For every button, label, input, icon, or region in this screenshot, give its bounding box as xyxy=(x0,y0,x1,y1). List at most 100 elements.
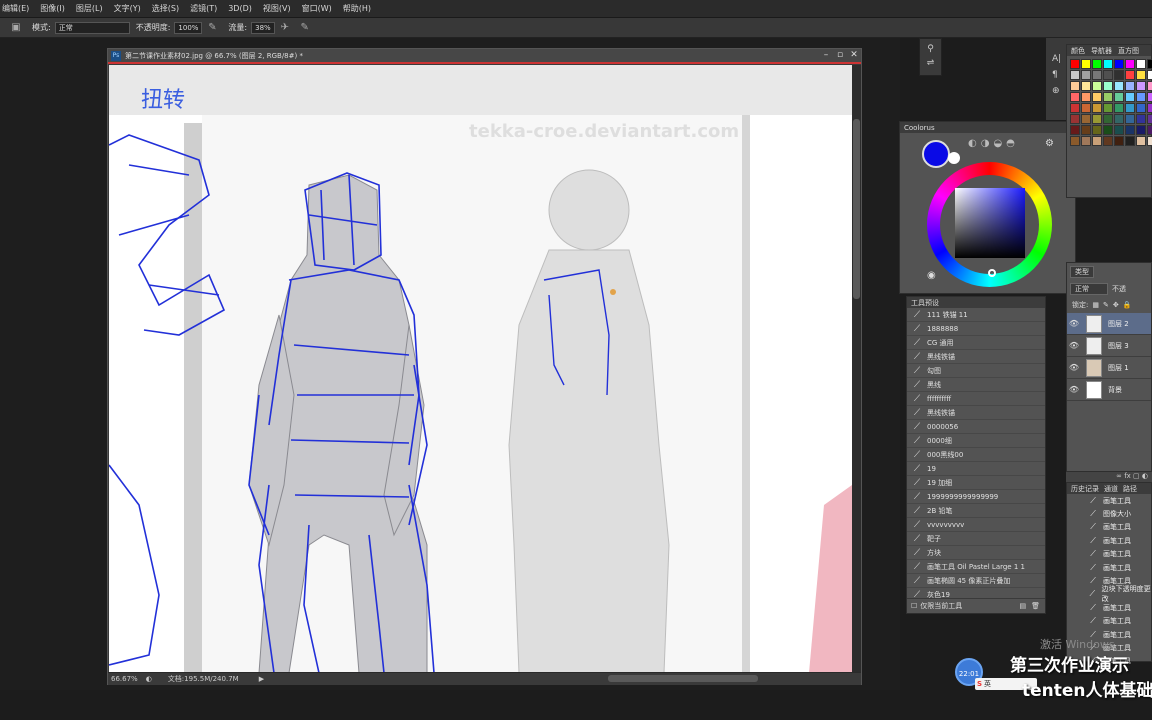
color-swatch[interactable] xyxy=(1081,59,1091,69)
color-swatch[interactable] xyxy=(1081,136,1091,146)
foreground-color-swatch[interactable] xyxy=(922,140,950,168)
hue-picker-handle[interactable] xyxy=(988,269,996,277)
color-swatch[interactable] xyxy=(1081,103,1091,113)
color-swatch[interactable] xyxy=(1092,125,1102,135)
menu-view[interactable]: 视图(V) xyxy=(263,3,291,14)
saturation-value-square[interactable] xyxy=(955,188,1025,258)
delete-preset-icon[interactable]: 🗑 xyxy=(1031,602,1040,610)
menu-image[interactable]: 图像(I) xyxy=(40,3,65,14)
status-menu-arrow-icon[interactable]: ▶ xyxy=(259,675,264,683)
color-swatch[interactable] xyxy=(1147,70,1152,80)
color-swatch[interactable] xyxy=(1103,81,1113,91)
layer-row[interactable]: 👁 背景 xyxy=(1067,379,1151,401)
color-swatch[interactable] xyxy=(1114,136,1124,146)
history-state[interactable]: ⟋ 画笔工具 xyxy=(1067,534,1151,547)
color-swatch[interactable] xyxy=(1136,70,1146,80)
color-swatch[interactable] xyxy=(1103,70,1113,80)
tool-preset-item[interactable]: ⟋ 黑线铁锚 xyxy=(907,406,1045,420)
color-swatch[interactable] xyxy=(1147,114,1152,124)
menu-window[interactable]: 窗口(W) xyxy=(302,3,332,14)
color-swatch[interactable] xyxy=(1103,92,1113,102)
background-color-swatch[interactable] xyxy=(948,152,960,164)
tab-navigator[interactable]: 导航器 xyxy=(1091,46,1112,56)
menu-3d[interactable]: 3D(D) xyxy=(228,4,252,13)
tool-preset-item[interactable]: ⟋ 画笔工具 Oil Pastel Large 1 1 xyxy=(907,560,1045,574)
color-swatch[interactable] xyxy=(1125,59,1135,69)
minimize-icon[interactable]: – xyxy=(819,50,833,62)
layers-actions[interactable]: ∞ fx ▢ ◐ xyxy=(1066,472,1152,482)
color-swatch[interactable] xyxy=(1136,125,1146,135)
airbrush-icon[interactable]: ✈ xyxy=(279,22,291,34)
color-swatch[interactable] xyxy=(1070,70,1080,80)
tab-color[interactable]: 颜色 xyxy=(1071,46,1085,56)
color-swatch[interactable] xyxy=(1081,92,1091,102)
tool-presets-tab[interactable]: 工具预设 xyxy=(907,297,1045,308)
pressure-opacity-icon[interactable]: ✎ xyxy=(206,22,218,34)
tool-preset-item[interactable]: ⟋ vvvvvvvvv xyxy=(907,518,1045,532)
layer-row[interactable]: 👁 图层 2 xyxy=(1067,313,1151,335)
color-swatch[interactable] xyxy=(1114,125,1124,135)
tool-preset-item[interactable]: ⟋ CG 通用 xyxy=(907,336,1045,350)
layer-row[interactable]: 👁 图层 3 xyxy=(1067,335,1151,357)
ime-lang[interactable]: 英 xyxy=(984,679,991,689)
color-swatch[interactable] xyxy=(1092,59,1102,69)
history-state[interactable]: ⟋ 边块下透明度更改 xyxy=(1067,585,1151,603)
layer-row[interactable]: 👁 图层 1 xyxy=(1067,357,1151,379)
horizontal-scroll-thumb[interactable] xyxy=(608,675,758,682)
menu-help[interactable]: 帮助(H) xyxy=(343,3,371,14)
opacity-field[interactable]: 100% xyxy=(174,21,203,34)
color-swatch[interactable] xyxy=(1114,70,1124,80)
color-swatch[interactable] xyxy=(1092,136,1102,146)
color-swatch[interactable] xyxy=(1103,103,1113,113)
history-state[interactable]: ⟋ 画笔工具 xyxy=(1067,548,1151,561)
visibility-eye-icon[interactable]: 👁 xyxy=(1067,385,1081,394)
color-swatch[interactable] xyxy=(1092,114,1102,124)
history-state[interactable]: ⟋ 画笔工具 xyxy=(1067,521,1151,534)
history-state[interactable]: ⟋ 图像大小 xyxy=(1067,507,1151,520)
brush-mode-icons[interactable]: ◐◑◒◓ xyxy=(968,138,1019,149)
tool-preset-item[interactable]: ⟋ 靶子 xyxy=(907,532,1045,546)
tool-preset-item[interactable]: ⟋ 1888888 xyxy=(907,322,1045,336)
tool-preset-item[interactable]: ⟋ 111 铁锚 11 xyxy=(907,308,1045,322)
color-swatch[interactable] xyxy=(1147,59,1152,69)
color-swatch[interactable] xyxy=(1125,125,1135,135)
tool-preset-item[interactable]: ⟋ 画笔椭圆 45 像素正片叠加 xyxy=(907,574,1045,588)
color-swatch[interactable] xyxy=(1070,136,1080,146)
color-swatch[interactable] xyxy=(1070,114,1080,124)
maximize-icon[interactable]: ▫ xyxy=(833,50,847,62)
tool-preset-item[interactable]: ⟋ 灰色19 xyxy=(907,588,1045,599)
tab-channels[interactable]: 通道 xyxy=(1104,484,1118,494)
mode-select[interactable]: 正常 xyxy=(54,21,130,34)
menu-type[interactable]: 文字(Y) xyxy=(114,3,141,14)
color-swatch[interactable] xyxy=(1147,103,1152,113)
menu-filter[interactable]: 滤镜(T) xyxy=(190,3,217,14)
tab-history[interactable]: 历史记录 xyxy=(1071,484,1099,494)
color-swatch[interactable] xyxy=(1125,103,1135,113)
close-icon[interactable]: ✕ xyxy=(847,50,861,62)
coolorus-tab[interactable]: Coolorus xyxy=(900,122,1075,133)
color-swatch[interactable] xyxy=(1070,81,1080,91)
tool-preset-item[interactable]: ⟋ 1999999999999999 xyxy=(907,490,1045,504)
puppet-icon[interactable]: ⚲ xyxy=(920,44,941,54)
color-swatch[interactable] xyxy=(1136,114,1146,124)
color-swatch[interactable] xyxy=(1092,81,1102,91)
color-swatch[interactable] xyxy=(1147,92,1152,102)
color-swatch[interactable] xyxy=(1070,59,1080,69)
tab-histogram[interactable]: 直方图 xyxy=(1118,46,1139,56)
lock-icons[interactable]: ▦✎✥🔒 xyxy=(1092,301,1135,309)
color-swatch[interactable] xyxy=(1147,136,1152,146)
tool-preset-item[interactable]: ⟋ 000黑线00 xyxy=(907,448,1045,462)
status-info-icon[interactable]: ◐ xyxy=(146,675,152,683)
tool-preset-item[interactable]: ⟋ 勾图 xyxy=(907,364,1045,378)
color-swatch[interactable] xyxy=(1081,114,1091,124)
color-swatch[interactable] xyxy=(1114,114,1124,124)
tool-preset-item[interactable]: ⟋ 黑线铁锚 xyxy=(907,350,1045,364)
color-swatch[interactable] xyxy=(1114,103,1124,113)
tool-preset-item[interactable]: ⟋ 19 xyxy=(907,462,1045,476)
color-swatch[interactable] xyxy=(1147,125,1152,135)
color-swatch[interactable] xyxy=(1070,125,1080,135)
color-mode-icon[interactable]: ◉ xyxy=(927,270,936,281)
zoom-level[interactable]: 66.67% xyxy=(111,675,138,683)
coolorus-menu-icon[interactable]: ⚙ xyxy=(1045,138,1054,149)
color-swatch[interactable] xyxy=(1092,70,1102,80)
